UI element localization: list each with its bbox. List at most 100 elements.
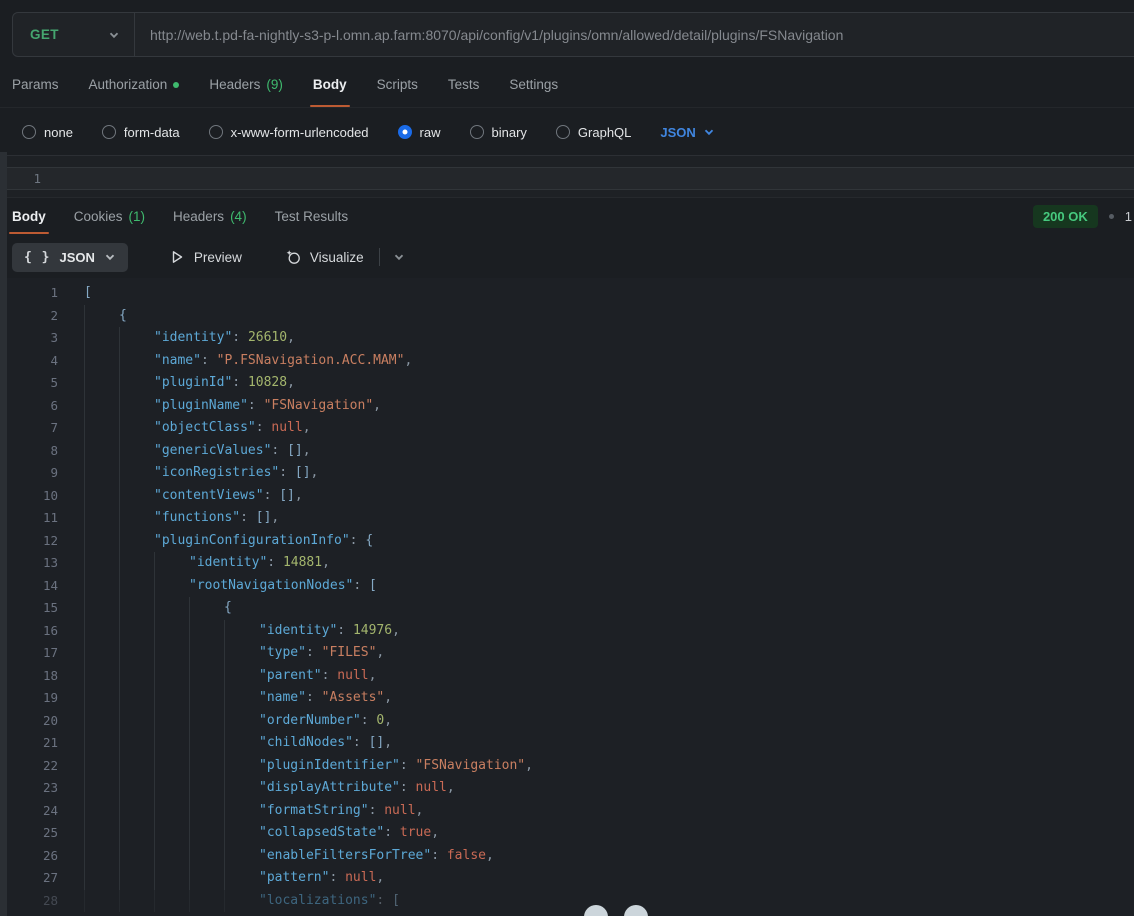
code-token: : <box>369 800 385 823</box>
url-input[interactable]: http://web.t.pd-fa-nightly-s3-p-l.omn.ap… <box>135 27 843 43</box>
visualize-button[interactable]: Visualize <box>285 249 364 265</box>
body-type-form-data[interactable]: form-data <box>102 125 180 140</box>
code-line: 19"name": "Assets", <box>0 687 1134 710</box>
body-format-dropdown[interactable]: JSON <box>660 125 714 140</box>
preview-button[interactable]: Preview <box>169 249 242 265</box>
tab-label: Scripts <box>377 77 418 92</box>
code-token: "type" <box>259 642 306 665</box>
line-number: 5 <box>0 372 58 395</box>
indent-guide <box>84 305 119 328</box>
code-token: : <box>256 417 272 440</box>
code-line: 16"identity": 14976, <box>0 620 1134 643</box>
response-tab-body[interactable]: Body <box>12 198 46 234</box>
code-token: 14881 <box>283 552 322 575</box>
line-number: 18 <box>0 665 58 688</box>
indent-guide <box>84 485 119 508</box>
indent-guide <box>189 800 224 823</box>
code-token: [] <box>369 732 385 755</box>
tab-settings[interactable]: Settings <box>509 62 558 107</box>
code-token: "displayAttribute" <box>259 777 400 800</box>
body-type-none[interactable]: none <box>22 125 73 140</box>
indent-guide <box>119 732 154 755</box>
code-token: "orderNumber" <box>259 710 361 733</box>
radio-icon <box>556 125 570 139</box>
tab-label: Headers <box>209 77 260 92</box>
indent-guide <box>84 372 119 395</box>
tab-label: Body <box>313 77 347 92</box>
indent-guide <box>84 620 119 643</box>
line-number: 19 <box>0 687 58 710</box>
code-token: : <box>353 575 369 598</box>
code-line: 7"objectClass": null, <box>0 417 1134 440</box>
code-token: : <box>400 755 416 778</box>
braces-icon: { } <box>24 250 50 265</box>
tab-label: Body <box>12 209 46 224</box>
indent-guide <box>224 822 259 845</box>
api-client-window: GET http://web.t.pd-fa-nightly-s3-p-l.om… <box>0 0 1134 916</box>
code-token: "FILES" <box>322 642 377 665</box>
visualize-label: Visualize <box>310 250 364 265</box>
preview-label: Preview <box>194 250 242 265</box>
code-token: "Assets" <box>322 687 385 710</box>
tab-authorization[interactable]: Authorization <box>89 62 180 107</box>
method-selector[interactable]: GET <box>13 13 134 56</box>
code-token: : <box>350 530 366 553</box>
body-type-x-www-form-urlencoded[interactable]: x-www-form-urlencoded <box>209 125 369 140</box>
body-type-graphql[interactable]: GraphQL <box>556 125 631 140</box>
response-tab-headers[interactable]: Headers (4) <box>173 198 247 234</box>
indent-guide <box>119 552 154 575</box>
code-line: 28"localizations": [ <box>0 890 1134 913</box>
response-tab-test-results[interactable]: Test Results <box>275 198 349 234</box>
response-code-viewer[interactable]: 1[2{3"identity": 26610,4"name": "P.FSNav… <box>0 278 1134 916</box>
code-line: 10"contentViews": [], <box>0 485 1134 508</box>
indent-guide <box>224 867 259 890</box>
play-icon <box>169 249 185 265</box>
editor-active-line[interactable]: 1 <box>0 167 1134 190</box>
left-edge-strip <box>0 152 7 916</box>
indent-guide <box>119 800 154 823</box>
code-token: : <box>322 665 338 688</box>
line-number: 4 <box>0 350 58 373</box>
indent-guide <box>119 620 154 643</box>
indent-guide <box>189 665 224 688</box>
magic-wand-icon <box>285 249 301 265</box>
tab-params[interactable]: Params <box>12 62 59 107</box>
tab-body[interactable]: Body <box>313 62 347 107</box>
tab-scripts[interactable]: Scripts <box>377 62 418 107</box>
indent-guide <box>84 597 119 620</box>
response-meta: 200 OK 1 <box>1033 198 1132 234</box>
code-token: : <box>400 777 416 800</box>
body-type-binary[interactable]: binary <box>470 125 527 140</box>
indent-guide <box>84 890 119 913</box>
body-type-row: none form-data x-www-form-urlencoded raw… <box>0 110 1134 154</box>
code-token: , <box>431 822 439 845</box>
code-token: : <box>353 732 369 755</box>
chevron-down-icon[interactable] <box>393 251 405 263</box>
body-type-raw[interactable]: raw <box>398 125 441 140</box>
code-token: "enableFiltersForTree" <box>259 845 431 868</box>
line-number: 3 <box>0 327 58 350</box>
code-line: 6"pluginName": "FSNavigation", <box>0 395 1134 418</box>
code-token: , <box>376 867 384 890</box>
code-token: , <box>369 665 377 688</box>
indent-guide <box>119 687 154 710</box>
code-line: 9"iconRegistries": [], <box>0 462 1134 485</box>
tab-tests[interactable]: Tests <box>448 62 480 107</box>
code-token: { <box>119 305 127 328</box>
indent-guide <box>224 710 259 733</box>
response-format-dropdown[interactable]: { } JSON <box>12 243 128 272</box>
line-number: 8 <box>0 440 58 463</box>
tab-headers[interactable]: Headers (9) <box>209 62 283 107</box>
code-token: , <box>416 800 424 823</box>
code-token: : <box>271 440 287 463</box>
indent-guide <box>189 687 224 710</box>
radio-label: raw <box>420 125 441 140</box>
response-tab-cookies[interactable]: Cookies (1) <box>74 198 145 234</box>
request-body-editor[interactable]: 1 <box>0 155 1134 197</box>
code-token: [ <box>84 282 92 305</box>
indent-guide <box>84 867 119 890</box>
code-token: null <box>337 665 368 688</box>
code-token: "FSNavigation" <box>264 395 374 418</box>
code-token: "identity" <box>259 620 337 643</box>
indent-guide <box>189 845 224 868</box>
